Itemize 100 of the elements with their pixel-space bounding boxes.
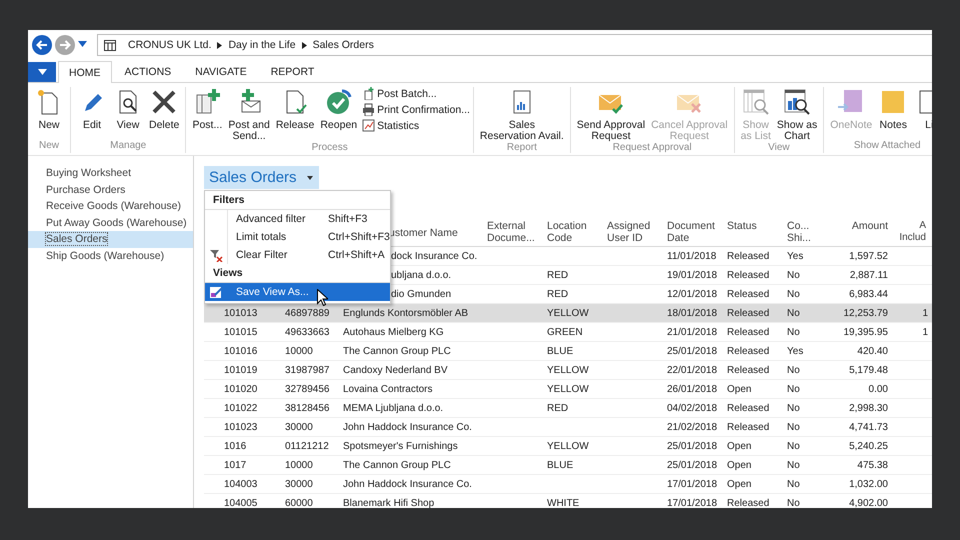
table-cell: Open — [727, 478, 752, 490]
menu-item[interactable]: Save View As... — [205, 283, 390, 301]
release-button[interactable]: Release — [272, 87, 318, 142]
new-button[interactable]: New — [31, 87, 67, 140]
ribbon-group-label: Process — [310, 142, 349, 155]
chart-magnifier-icon — [782, 87, 812, 117]
sidebar-item[interactable]: Purchase Orders — [28, 182, 193, 198]
table-cell: 04/02/2018 — [667, 402, 718, 414]
table-cell: 101013 — [224, 308, 258, 318]
column-header[interactable]: Assigned User ID — [603, 217, 663, 246]
table-cell: Yes — [787, 346, 804, 356]
table-cell: 104005 — [224, 498, 258, 508]
table-cell: 60000 — [285, 498, 313, 508]
edit-button[interactable]: Edit — [74, 87, 110, 140]
table-cell: 1 — [922, 326, 928, 338]
reopen-button[interactable]: Reopen — [317, 87, 360, 142]
table-cell: 46897889 — [285, 308, 330, 318]
postsend-button[interactable]: Post and Send... — [225, 87, 273, 142]
table-row[interactable]: 104003 30000 John Haddock Insurance Co. 17/01/2018 Open No 1,032.00 — [204, 475, 932, 494]
table-cell: 101016 — [224, 346, 258, 356]
table-cell: ubljana d.o.o. — [391, 270, 452, 280]
ribbon-tab[interactable]: HOME — [58, 61, 112, 83]
sidebar-item[interactable]: Ship Goods (Warehouse) — [28, 248, 193, 264]
table-cell: 1017 — [224, 460, 246, 470]
column-header[interactable]: External Docume... — [483, 217, 543, 246]
ribbon-group-label: New — [38, 140, 60, 153]
history-dropdown-button[interactable] — [78, 41, 88, 49]
table-cell: Released — [727, 308, 770, 318]
table-row[interactable]: 101022 38128456 MEMA Ljubljana d.o.o. RED 04/02/2018 Released No 2,998.30 — [204, 399, 932, 418]
page-title-dropdown[interactable]: Sales Orders — [204, 166, 319, 189]
breadcrumb-separator-icon — [302, 42, 307, 48]
table-cell: 11/01/2018 — [667, 250, 716, 262]
table-row[interactable]: 101016 10000 The Cannon Group PLC BLUE 25/01/2018 Released Yes 420.40 — [204, 342, 932, 361]
column-header[interactable]: A Includ — [892, 217, 930, 246]
ribbon-tab[interactable]: NAVIGATE — [184, 61, 258, 82]
table-cell: No — [787, 422, 800, 432]
view-button[interactable]: View — [110, 87, 146, 140]
address-field[interactable]: CRONUS UK Ltd. Day in the Life Sales Orders — [97, 34, 932, 56]
sidebar-item[interactable]: Sales Orders — [28, 231, 193, 248]
table-cell: 30000 — [285, 422, 313, 432]
column-header[interactable]: Co... Shi... — [783, 217, 826, 246]
menu-item[interactable]: Advanced filter Shift+F3 — [205, 210, 390, 228]
caret-icon — [78, 41, 87, 47]
table-cell: 25/01/2018 — [667, 440, 718, 452]
menu-item[interactable]: Limit totals Ctrl+Shift+F3 — [205, 228, 390, 246]
table-cell: YELLOW — [547, 308, 589, 318]
table-cell: 26/01/2018 — [667, 384, 718, 394]
column-header[interactable]: Document Date — [663, 217, 723, 246]
table-row[interactable]: 101015 49633663 Autohaus Mielberg KG GREEN 21/01/2018 Released No 19,395.95 1 — [204, 323, 932, 342]
breadcrumb-link[interactable]: CRONUS UK Ltd. — [128, 39, 212, 51]
back-button[interactable] — [32, 35, 52, 55]
column-header[interactable]: Amount — [826, 217, 892, 246]
table-row[interactable]: 1016 01121212 Spotsmeyer's Furnishings YELLOW 25/01/2018 Open No 5,240.25 — [204, 437, 932, 456]
table-row[interactable]: 101019 31987987 Candoxy Nederland BV YELLOW 22/01/2018 Released No 5,179.48 — [204, 361, 932, 380]
column-header[interactable]: Location Code — [543, 217, 603, 246]
report-button[interactable]: Sales Reservation Avail. — [476, 87, 567, 142]
delete-button[interactable]: Delete — [146, 87, 182, 140]
table-cell: 2,998.30 — [849, 402, 888, 414]
sidebar-item[interactable]: Buying Worksheet — [28, 165, 193, 182]
printer-icon — [362, 103, 376, 116]
table-cell: 1016 — [224, 440, 246, 452]
table-cell: RED — [547, 402, 568, 414]
table-cell: John Haddock Insurance Co. — [343, 478, 472, 490]
table-cell: The Cannon Group PLC — [343, 460, 451, 470]
table-cell: No — [787, 498, 800, 508]
table-cell: Released — [727, 364, 770, 376]
column-header[interactable]: Status — [723, 217, 783, 246]
table-cell: 12,253.79 — [844, 308, 888, 318]
menu-item[interactable]: Clear Filter Ctrl+Shift+A — [205, 246, 390, 264]
table-cell: Released — [727, 250, 770, 262]
table-cell: No — [787, 402, 800, 414]
table-cell: 1,597.52 — [849, 250, 888, 262]
breadcrumb-link[interactable]: Day in the Life — [228, 39, 296, 51]
table-cell: Released — [727, 402, 770, 414]
post-button[interactable]: Post... — [189, 87, 226, 142]
chart-button[interactable]: Show as Chart — [774, 87, 820, 142]
selected-table-row[interactable]: 101013 46897889 Englunds Kontorsmöbler AB YELLOW 18/01/2018 Released No 12,253.79 1 — [204, 304, 932, 323]
ribbon-tab[interactable]: REPORT — [260, 61, 326, 82]
table-cell: Spotsmeyer's Furnishings — [343, 440, 458, 452]
notes-button[interactable]: Notes — [875, 87, 912, 140]
table-cell: Released — [727, 288, 770, 300]
table-row[interactable]: 1017 10000 The Cannon Group PLC BLUE 25/01/2018 Open No 475.38 — [204, 456, 932, 475]
table-cell: No — [787, 384, 800, 394]
table-cell: No — [787, 270, 800, 280]
breadcrumb-link[interactable]: Sales Orders — [312, 39, 374, 51]
print-button[interactable]: Print Confirmation... — [362, 103, 470, 116]
table-cell: 19/01/2018 — [667, 270, 718, 280]
table-row[interactable]: 101020 32789456 Lovaina Contractors YELLOW 26/01/2018 Open No 0.00 — [204, 380, 932, 399]
ribbon-group-label: View — [767, 142, 791, 155]
sidebar-item[interactable]: Receive Goods (Warehouse) — [28, 198, 193, 214]
statistics-button[interactable]: Statistics — [362, 119, 470, 132]
table-row[interactable]: 101023 30000 John Haddock Insurance Co. 21/02/2018 Released No 4,741.73 — [204, 418, 932, 437]
table-row[interactable]: 104005 60000 Blanemark Hifi Shop WHITE 17/01/2018 Released No 4,902.00 — [204, 494, 932, 508]
sidebar-item[interactable]: Put Away Goods (Warehouse) — [28, 214, 193, 231]
table-cell: RED — [547, 288, 568, 300]
ribbon-tab[interactable]: ACTIONS — [114, 61, 182, 82]
batch-button[interactable]: Post Batch... — [362, 87, 470, 100]
table-cell: Released — [727, 422, 770, 432]
app-menu-button[interactable] — [28, 62, 56, 82]
sendapproval-button[interactable]: Send Approval Request — [574, 87, 648, 142]
